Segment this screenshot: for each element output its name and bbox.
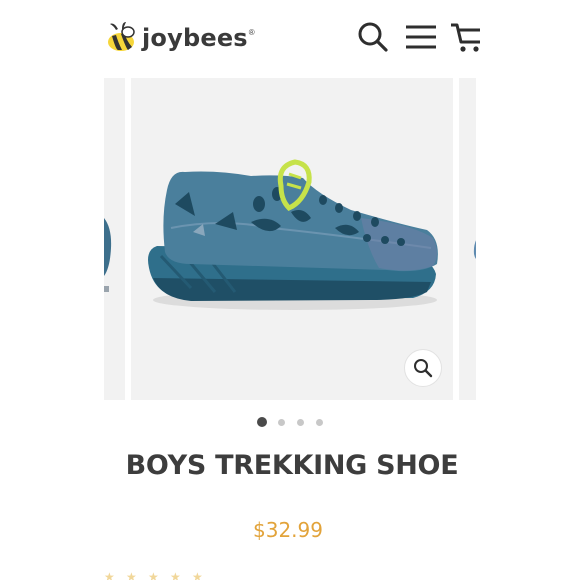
search-icon[interactable] (356, 20, 390, 54)
gallery-pagination (257, 417, 335, 427)
brand-name: joybees (142, 24, 248, 52)
star-icon: ★ (170, 570, 181, 580)
hamburger-menu-icon[interactable] (404, 20, 438, 54)
star-icon: ★ (192, 570, 203, 580)
product-title: BOYS TREKKING SHOE (125, 450, 459, 481)
bee-icon (108, 22, 135, 51)
pagination-dot-3[interactable] (297, 418, 304, 426)
star-icon: ★ (104, 570, 115, 580)
active-slide[interactable] (131, 78, 453, 400)
previous-slide-peek[interactable] (104, 78, 125, 400)
previous-shoe-image (104, 218, 112, 292)
zoom-icon (414, 359, 433, 378)
cart-icon[interactable] (450, 20, 480, 54)
zoom-button[interactable] (404, 349, 442, 387)
pagination-dot-1[interactable] (257, 417, 267, 427)
rating-stars[interactable]: ★ ★ ★ ★ ★ (104, 571, 224, 580)
pagination-dot-2[interactable] (278, 418, 285, 426)
product-image (148, 159, 438, 310)
site-header: joybees ® (104, 14, 480, 64)
brand-logo[interactable]: joybees ® (104, 18, 255, 58)
star-icon: ★ (148, 570, 159, 580)
product-page: joybees ® BOYS TREKKING SHOE $32.99 ★ ★ … (0, 0, 580, 580)
registered-mark: ® (248, 27, 255, 37)
pagination-dot-4[interactable] (316, 418, 323, 426)
product-image-gallery[interactable] (104, 78, 476, 400)
next-shoe-image (473, 240, 476, 259)
next-slide-peek[interactable] (459, 78, 476, 400)
product-price: $32.99 (253, 518, 323, 542)
star-icon: ★ (126, 570, 137, 580)
